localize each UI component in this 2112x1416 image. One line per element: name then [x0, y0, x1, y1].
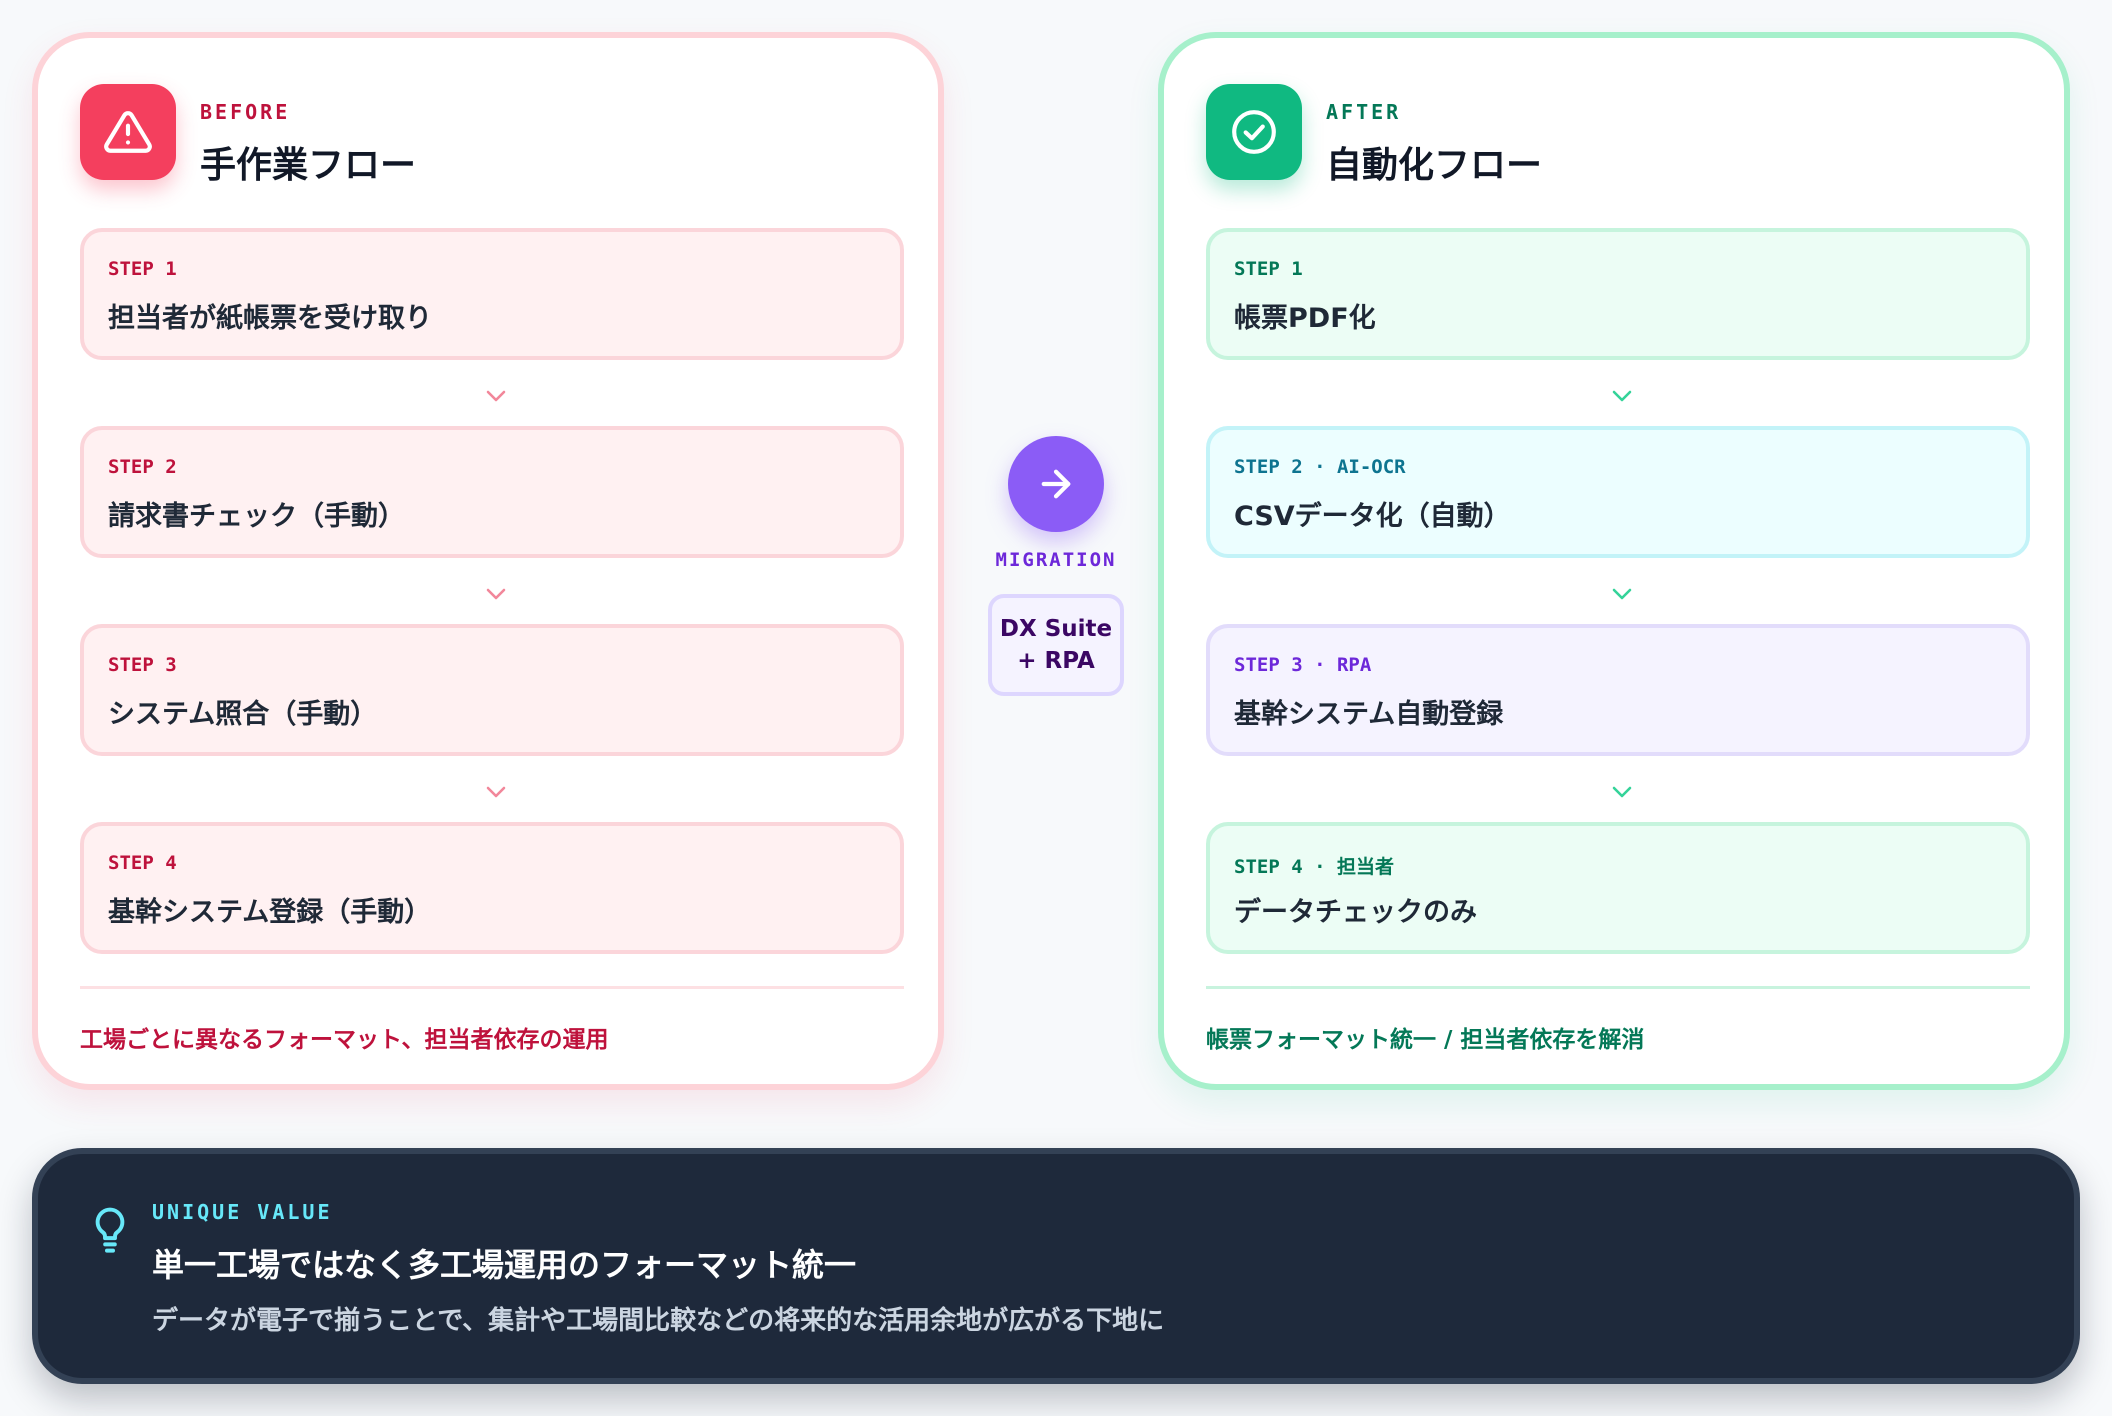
arrow-right-icon: [1041, 469, 1071, 499]
step-label: STEP 1: [1234, 258, 1303, 280]
step-text: CSVデータ化（自動）: [1234, 501, 1511, 532]
before-kicker: BEFORE: [200, 100, 291, 124]
tool-name-line-2: + RPA: [1017, 648, 1095, 674]
step-text: 帳票PDF化: [1234, 303, 1376, 334]
value-subtitle: データが電子で揃うことで、集計や工場間比較などの将来的な活用余地が広がる下地に: [152, 1306, 1165, 1336]
step-text: 請求書チェック（手動）: [108, 501, 405, 532]
chevron-down-icon: [486, 588, 506, 600]
migration-arrow-button[interactable]: [1008, 436, 1104, 532]
chevron-down-icon: [486, 786, 506, 798]
before-title: 手作業フロー: [200, 145, 417, 186]
after-divider: [1206, 986, 2030, 989]
after-title: 自動化フロー: [1326, 145, 1543, 186]
step-label: STEP 3: [108, 654, 177, 676]
step-text: データチェックのみ: [1234, 897, 1477, 928]
before-divider: [80, 986, 904, 989]
step-label: STEP 4: [108, 852, 177, 874]
step-text: システム照合（手動）: [108, 699, 378, 730]
after-footer-note: 帳票フォーマット統一 / 担当者依存を解消: [1206, 1027, 1645, 1053]
before-step-4: STEP 4 基幹システム登録（手動）: [80, 822, 904, 954]
step-label: STEP 4 · 担当者: [1234, 856, 1394, 878]
tool-name-line-1: DX Suite: [999, 616, 1113, 642]
before-step-1: STEP 1 担当者が紙帳票を受け取り: [80, 228, 904, 360]
step-label: STEP 3 · RPA: [1234, 654, 1372, 676]
after-panel: AFTER 自動化フロー STEP 1 帳票PDF化 STEP 2 · AI-O…: [1158, 32, 2070, 1090]
after-kicker: AFTER: [1326, 100, 1402, 124]
before-footer-note: 工場ごとに異なるフォーマット、担当者依存の運用: [80, 1027, 609, 1053]
chevron-down-icon: [486, 390, 506, 402]
step-text: 基幹システム自動登録: [1234, 699, 1504, 730]
chevron-down-icon: [1612, 588, 1632, 600]
before-step-3: STEP 3 システム照合（手動）: [80, 624, 904, 756]
chevron-down-icon: [1612, 786, 1632, 798]
after-step-3: STEP 3 · RPA 基幹システム自動登録: [1206, 624, 2030, 756]
step-label: STEP 2 · AI-OCR: [1234, 456, 1406, 478]
value-kicker: UNIQUE VALUE: [152, 1200, 333, 1224]
after-step-2: STEP 2 · AI-OCR CSVデータ化（自動）: [1206, 426, 2030, 558]
after-step-1: STEP 1 帳票PDF化: [1206, 228, 2030, 360]
before-panel: BEFORE 手作業フロー STEP 1 担当者が紙帳票を受け取り STEP 2…: [32, 32, 944, 1090]
chevron-down-icon: [1612, 390, 1632, 402]
after-step-4: STEP 4 · 担当者 データチェックのみ: [1206, 822, 2030, 954]
check-circle-icon: [1206, 84, 1302, 180]
value-title: 単一工場ではなく多工場運用のフォーマット統一: [152, 1246, 857, 1284]
step-label: STEP 1: [108, 258, 177, 280]
migration-tool-badge: DX Suite + RPA: [988, 594, 1124, 696]
step-label: STEP 2: [108, 456, 177, 478]
step-text: 担当者が紙帳票を受け取り: [108, 303, 432, 334]
unique-value-banner: UNIQUE VALUE 単一工場ではなく多工場運用のフォーマット統一 データが…: [32, 1148, 2080, 1384]
lightbulb-icon: [95, 1207, 125, 1253]
step-text: 基幹システム登録（手動）: [108, 897, 432, 928]
warning-triangle-icon: [80, 84, 176, 180]
migration-label: MIGRATION: [995, 549, 1117, 571]
before-step-2: STEP 2 請求書チェック（手動）: [80, 426, 904, 558]
